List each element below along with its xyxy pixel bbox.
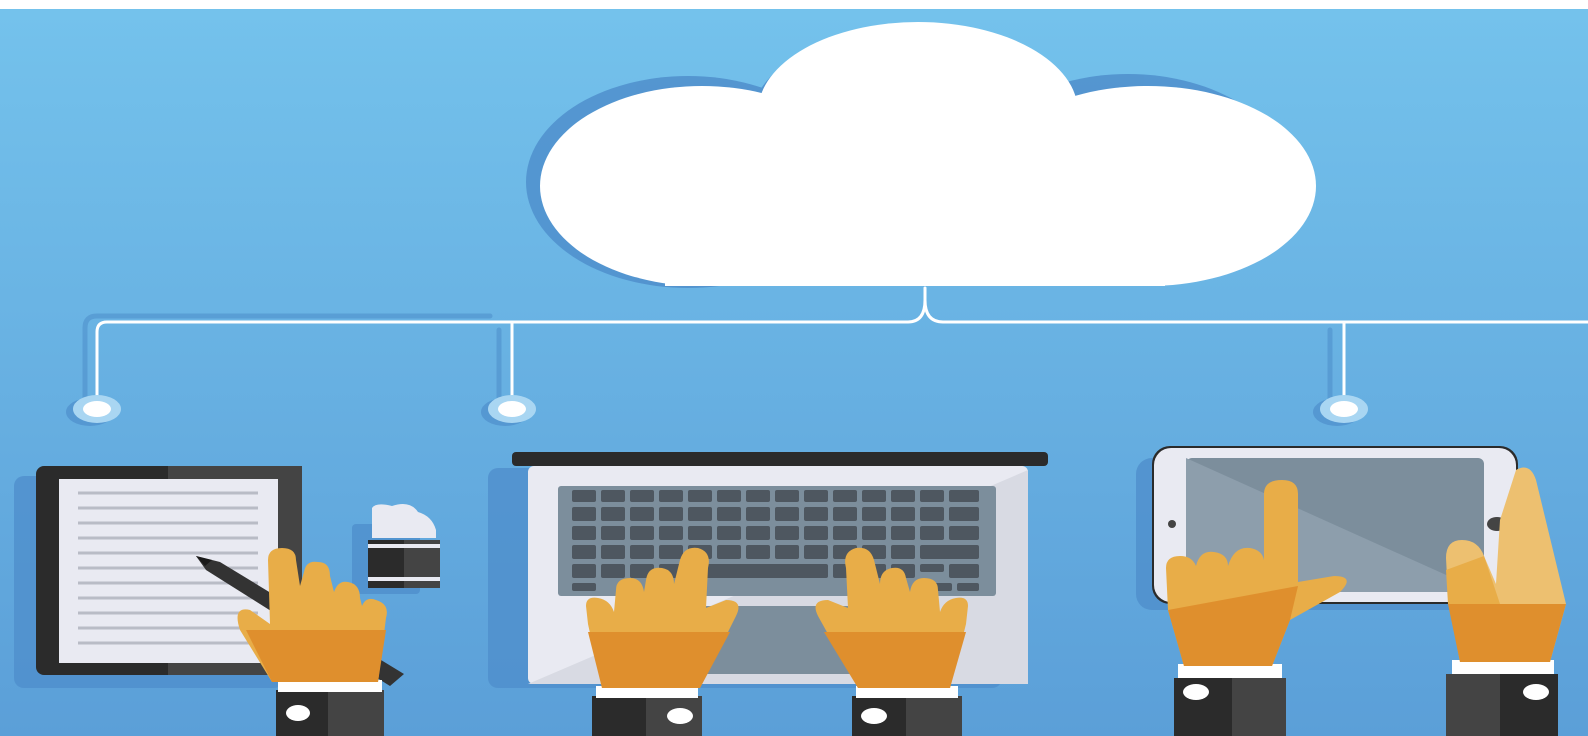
cloud-computing-illustration [0,9,1588,736]
cloud-caption [690,124,1170,148]
laptop-device [488,452,1048,688]
